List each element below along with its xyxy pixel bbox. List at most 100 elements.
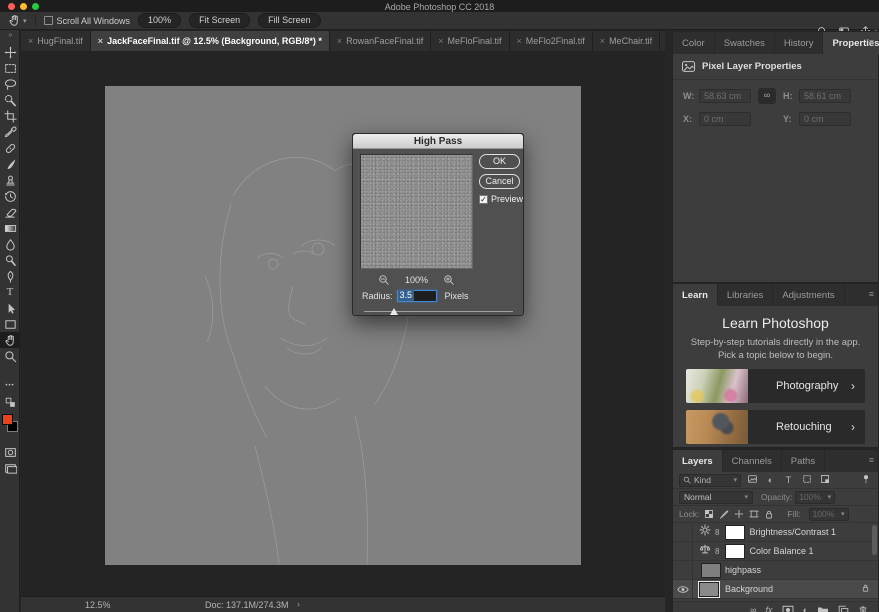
lock-artboard-icon[interactable]	[749, 509, 759, 519]
fit-screen-button[interactable]: Fit Screen	[189, 13, 250, 28]
layer-row-brightness-contrast[interactable]: 8 Brightness/Contrast 1	[673, 523, 878, 542]
layer-thumbnail[interactable]	[699, 582, 719, 597]
status-doc-size[interactable]: Doc: 137.1M/274.3M	[205, 600, 289, 610]
ok-button[interactable]: OK	[479, 154, 520, 169]
visibility-toggle[interactable]	[673, 523, 693, 542]
panel-menu-icon[interactable]: ≡	[869, 37, 874, 47]
tab-history[interactable]: History	[775, 32, 824, 54]
close-icon[interactable]: ×	[438, 36, 443, 46]
default-colors-icon[interactable]	[0, 394, 20, 410]
blend-mode-select[interactable]: Normal ▾	[679, 491, 753, 504]
layer-name[interactable]: Background	[725, 584, 773, 594]
lock-position-icon[interactable]	[734, 509, 744, 519]
tool-eyedropper[interactable]	[0, 124, 20, 140]
adjustment-layer-icon[interactable]: ◐	[803, 605, 808, 612]
zoom-out-icon[interactable]	[378, 274, 390, 286]
tab-libraries[interactable]: Libraries	[718, 284, 773, 306]
layer-style-icon[interactable]: fx	[766, 605, 773, 612]
cancel-button[interactable]: Cancel	[479, 174, 520, 189]
document-tab[interactable]: ×MeFloFinal.tif	[431, 31, 509, 51]
document-tab[interactable]: ×MeFlo2Final.tif	[510, 31, 593, 51]
panel-menu-icon[interactable]: ≡	[869, 289, 874, 299]
layer-mask-thumbnail[interactable]	[725, 525, 745, 540]
tool-gradient[interactable]	[0, 220, 20, 236]
close-icon[interactable]: ×	[600, 36, 605, 46]
delete-layer-icon[interactable]	[858, 605, 868, 612]
tab-swatches[interactable]: Swatches	[715, 32, 775, 54]
filter-type-layers-icon[interactable]: T	[782, 475, 795, 485]
zoom-100-button[interactable]: 100%	[138, 13, 181, 28]
tool-history-brush[interactable]	[0, 188, 20, 204]
visibility-toggle[interactable]	[673, 542, 693, 561]
preview-checkbox[interactable]: ✓	[479, 195, 488, 204]
tool-zoom[interactable]	[0, 348, 20, 364]
tool-preset-hand[interactable]: ▾	[8, 14, 27, 27]
close-icon[interactable]: ×	[28, 36, 33, 46]
layer-name[interactable]: Color Balance 1	[749, 546, 813, 556]
tool-blur[interactable]	[0, 236, 20, 252]
quick-mask-button[interactable]	[0, 444, 20, 460]
document-tab[interactable]: ×RowanFaceFinal.tif	[330, 31, 431, 51]
tool-lasso[interactable]	[0, 76, 20, 92]
visibility-toggle[interactable]	[673, 561, 693, 580]
link-layers-icon[interactable]: ∞	[750, 605, 756, 612]
tool-rectangular-marquee[interactable]	[0, 60, 20, 76]
layer-mask-thumbnail[interactable]	[725, 544, 745, 559]
topic-card-photography[interactable]: Photography ›	[686, 369, 865, 403]
tool-hand[interactable]	[0, 332, 20, 348]
filter-kind-select[interactable]: Kind ▾	[679, 474, 741, 487]
tool-spot-healing-brush[interactable]	[0, 140, 20, 156]
layer-row-background[interactable]: Background	[673, 580, 878, 599]
lock-all-icon[interactable]	[764, 509, 774, 520]
filter-toggle-icon[interactable]	[859, 474, 872, 487]
document-tab[interactable]: ×JackChairFinal.tif	[660, 31, 665, 51]
dialog-preview-image[interactable]	[360, 154, 473, 269]
scroll-all-windows-checkbox[interactable]	[44, 16, 53, 25]
tab-learn[interactable]: Learn	[673, 284, 718, 306]
close-icon[interactable]: ×	[337, 36, 342, 46]
document-tab[interactable]: ×MeChair.tif	[593, 31, 660, 51]
layer-thumbnail[interactable]	[701, 563, 721, 578]
expand-tools-icon[interactable]: »	[0, 32, 20, 39]
tool-move[interactable]	[0, 44, 20, 60]
tool-dodge[interactable]	[0, 252, 20, 268]
tab-channels[interactable]: Channels	[723, 450, 782, 472]
zoom-in-icon[interactable]	[443, 274, 455, 286]
new-group-icon[interactable]	[817, 605, 829, 612]
screen-mode-button[interactable]	[0, 460, 20, 476]
radius-slider[interactable]	[364, 308, 513, 318]
tool-path-selection[interactable]	[0, 300, 20, 316]
foreground-color-swatch[interactable]	[2, 414, 13, 425]
lock-pixels-icon[interactable]	[719, 509, 729, 519]
tab-color[interactable]: Color	[673, 32, 715, 54]
visibility-toggle[interactable]	[673, 580, 693, 599]
layer-row-color-balance[interactable]: 8 Color Balance 1	[673, 542, 878, 561]
link-dimensions-icon[interactable]: ∞	[758, 88, 776, 104]
close-icon[interactable]: ×	[98, 36, 103, 46]
fill-screen-button[interactable]: Fill Screen	[258, 13, 321, 28]
slider-track[interactable]	[364, 311, 513, 312]
foreground-background-colors[interactable]	[2, 414, 18, 438]
tool-pen[interactable]	[0, 268, 20, 284]
tool-crop[interactable]	[0, 108, 20, 124]
document-tab[interactable]: ×HugFinal.tif	[21, 31, 91, 51]
tool-quick-selection[interactable]	[0, 92, 20, 108]
filter-shape-layers-icon[interactable]	[800, 474, 813, 486]
add-mask-icon[interactable]	[782, 605, 794, 612]
layer-name[interactable]: highpass	[725, 565, 761, 575]
tool-brush[interactable]	[0, 156, 20, 172]
tool-type[interactable]: T	[0, 284, 20, 300]
tool-clone-stamp[interactable]	[0, 172, 20, 188]
tab-layers[interactable]: Layers	[673, 450, 723, 472]
layers-scrollbar[interactable]	[872, 525, 877, 555]
close-icon[interactable]: ×	[517, 36, 522, 46]
edit-toolbar-button[interactable]: •••	[0, 378, 20, 394]
new-layer-icon[interactable]	[838, 605, 849, 612]
lock-transparency-icon[interactable]	[704, 509, 714, 519]
tool-eraser[interactable]	[0, 204, 20, 220]
panel-menu-icon[interactable]: ≡	[869, 455, 874, 465]
filter-pixel-layers-icon[interactable]	[746, 474, 759, 486]
filter-adjustment-layers-icon[interactable]: ◐	[764, 475, 777, 485]
status-zoom-level[interactable]: 12.5%	[85, 600, 111, 610]
tab-paths[interactable]: Paths	[782, 450, 825, 472]
